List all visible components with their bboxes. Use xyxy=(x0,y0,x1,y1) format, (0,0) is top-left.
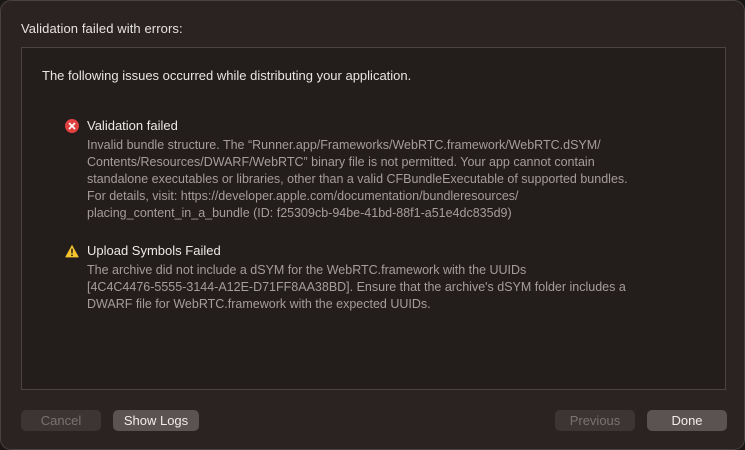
warning-icon xyxy=(65,244,79,257)
cancel-button[interactable]: Cancel xyxy=(21,410,101,431)
issue-description-line: DWARF file for WebRTC.framework with the… xyxy=(87,297,431,311)
dialog-title: Validation failed with errors: xyxy=(21,21,183,36)
validation-dialog: Validation failed with errors: The follo… xyxy=(0,0,745,450)
issues-panel: The following issues occurred while dist… xyxy=(21,47,726,390)
issue-description-line: For details, visit: https://developer.ap… xyxy=(87,189,519,203)
issue-description-line: Contents/Resources/DWARF/WebRTC” binary … xyxy=(87,155,595,169)
done-button[interactable]: Done xyxy=(647,410,727,431)
issue-title: Validation failed xyxy=(87,118,178,133)
issue-title: Upload Symbols Failed xyxy=(87,243,221,258)
issue-description-line: placing_content_in_a_bundle (ID: f25309c… xyxy=(87,206,512,220)
issue-description-line: [4C4C4476-5555-3144-A12E-D71FF8AA38BD]. … xyxy=(87,280,626,294)
issues-intro: The following issues occurred while dist… xyxy=(42,68,412,83)
issue-description-line: standalone executables or libraries, oth… xyxy=(87,172,628,186)
error-icon xyxy=(65,118,79,133)
issue-description: The archive did not include a dSYM for t… xyxy=(87,262,715,313)
issue-description-line: Invalid bundle structure. The “Runner.ap… xyxy=(87,138,601,152)
issue-description-line: The archive did not include a dSYM for t… xyxy=(87,263,527,277)
issue-item-validation: Validation failed Invalid bundle structu… xyxy=(65,117,715,222)
show-logs-button[interactable]: Show Logs xyxy=(113,410,199,431)
issue-item-upload-symbols: Upload Symbols Failed The archive did no… xyxy=(65,242,715,313)
previous-button[interactable]: Previous xyxy=(555,410,635,431)
issue-description: Invalid bundle structure. The “Runner.ap… xyxy=(87,137,715,222)
